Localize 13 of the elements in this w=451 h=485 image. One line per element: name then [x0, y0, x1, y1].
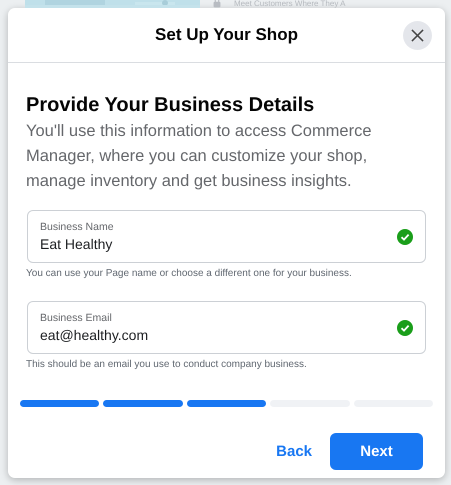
close-icon	[411, 29, 424, 42]
help-text: You can use your Page name or choose a different one for your business.	[26, 268, 353, 279]
description-text: You'll use this information to access Commerce Manager, where you can customize your shop, manage inventory and get business insights.	[26, 121, 373, 192]
field-label: Business Email	[40, 312, 113, 324]
next-button[interactable]: Next	[330, 433, 423, 470]
back-button[interactable]: Back	[270, 439, 318, 464]
input-field[interactable]: Business Email eat@healthy.com	[27, 301, 426, 354]
input-field[interactable]: Business Name Eat Healthy	[27, 210, 426, 263]
close-button[interactable]	[403, 21, 432, 50]
dialog-title: Set Up Your Shop	[155, 25, 298, 45]
help-text: This should be an email you use to conduct company business.	[26, 359, 308, 370]
section-heading: Provide Your Business Details	[26, 93, 316, 117]
field-label: Business Name	[40, 221, 114, 233]
